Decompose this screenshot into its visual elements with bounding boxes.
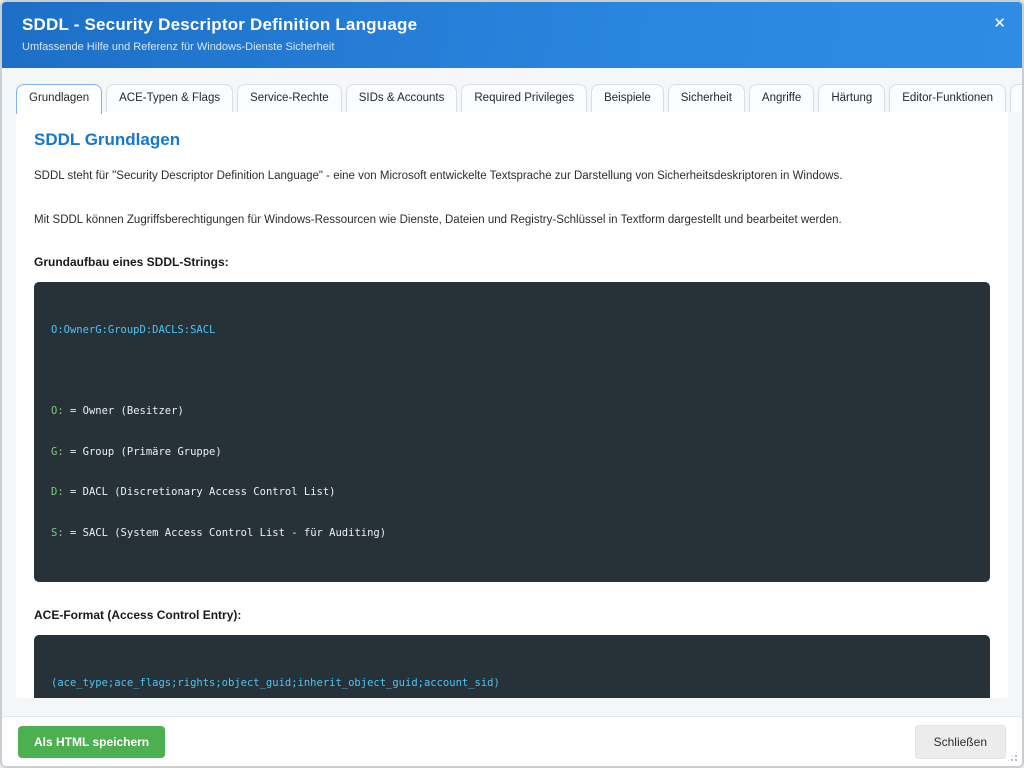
code-key: O: bbox=[51, 405, 64, 417]
tab-angriffe[interactable]: Angriffe bbox=[749, 84, 814, 112]
save-html-button[interactable]: Als HTML speichern bbox=[18, 726, 165, 758]
sddl-syntax-string: O:OwnerG:GroupD:DACLS:SACL bbox=[51, 324, 215, 336]
ace-syntax-string: (ace_type;ace_flags;rights;object_guid;i… bbox=[51, 677, 500, 689]
intro-paragraph-1: SDDL steht für "Security Descriptor Defi… bbox=[34, 168, 990, 185]
tab-editor-funktionen[interactable]: Editor-Funktionen bbox=[889, 84, 1006, 112]
tab-bar: Grundlagen ACE-Typen & Flags Service-Rec… bbox=[16, 84, 1008, 112]
code-key: S: bbox=[51, 527, 64, 539]
code-key: G: bbox=[51, 446, 64, 458]
code-text: = SACL (System Access Control List - für… bbox=[64, 527, 386, 539]
tab-haertung[interactable]: Härtung bbox=[818, 84, 885, 112]
code-block-ace-format: (ace_type;ace_flags;rights;object_guid;i… bbox=[34, 635, 990, 698]
tab-service-rechte[interactable]: Service-Rechte bbox=[237, 84, 342, 112]
page-title: SDDL Grundlagen bbox=[34, 130, 990, 150]
tab-required-privileges[interactable]: Required Privileges bbox=[461, 84, 587, 112]
code-key: D: bbox=[51, 486, 64, 498]
code-text: = Owner (Besitzer) bbox=[64, 405, 184, 417]
code-line: (ace_type;ace_flags;rights;object_guid;i… bbox=[51, 677, 973, 691]
code-text: = Group (Primäre Gruppe) bbox=[64, 446, 222, 458]
code-line: O: = Owner (Besitzer) bbox=[51, 405, 973, 419]
tab-grundlagen[interactable]: Grundlagen bbox=[16, 84, 102, 114]
tab-sicherheit[interactable]: Sicherheit bbox=[668, 84, 745, 112]
code-line: D: = DACL (Discretionary Access Control … bbox=[51, 486, 973, 500]
dialog-title: SDDL - Security Descriptor Definition La… bbox=[22, 15, 1002, 35]
code-block-sddl-structure: O:OwnerG:GroupD:DACLS:SACL O: = Owner (B… bbox=[34, 282, 990, 582]
close-button[interactable]: Schließen bbox=[915, 725, 1006, 759]
code-line: O:OwnerG:GroupD:DACLS:SACL bbox=[51, 324, 973, 338]
code-line: S: = SACL (System Access Control List - … bbox=[51, 527, 973, 541]
code-blank-line bbox=[51, 365, 973, 379]
tab-content-panel: SDDL Grundlagen SDDL steht für "Security… bbox=[16, 112, 1008, 698]
dialog-footer: Als HTML speichern Schließen bbox=[2, 716, 1022, 766]
code-text: = DACL (Discretionary Access Control Lis… bbox=[64, 486, 336, 498]
dialog-header: SDDL - Security Descriptor Definition La… bbox=[2, 2, 1022, 68]
tab-beispiele[interactable]: Beispiele bbox=[591, 84, 664, 112]
sddl-help-dialog: SDDL - Security Descriptor Definition La… bbox=[0, 0, 1024, 768]
close-icon[interactable]: ✕ bbox=[993, 16, 1006, 31]
code-line: G: = Group (Primäre Gruppe) bbox=[51, 446, 973, 460]
tab-sids-accounts[interactable]: SIDs & Accounts bbox=[346, 84, 458, 112]
section-title-sddl-structure: Grundaufbau eines SDDL-Strings: bbox=[34, 255, 990, 269]
dialog-subtitle: Umfassende Hilfe und Referenz für Window… bbox=[22, 41, 1002, 53]
tab-ace-typen-flags[interactable]: ACE-Typen & Flags bbox=[106, 84, 233, 112]
intro-paragraph-2: Mit SDDL können Zugriffsberechtigungen f… bbox=[34, 212, 990, 229]
tab-geschuetzte-dienste[interactable]: Geschützte Dienste bbox=[1010, 84, 1022, 112]
section-title-ace-format: ACE-Format (Access Control Entry): bbox=[34, 608, 990, 622]
main-area: Grundlagen ACE-Typen & Flags Service-Rec… bbox=[2, 68, 1022, 716]
